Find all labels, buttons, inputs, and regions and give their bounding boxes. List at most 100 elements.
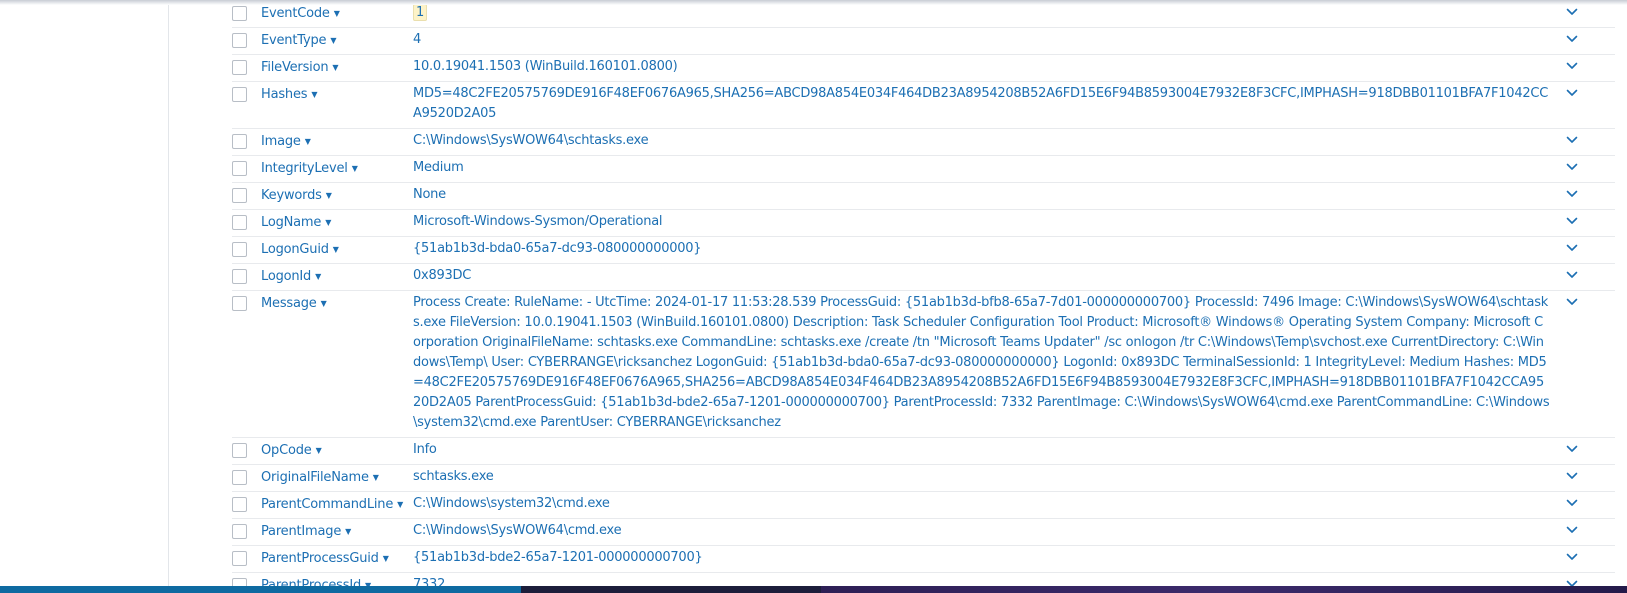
field-select-checkbox[interactable] [232, 215, 247, 230]
field-value[interactable]: C:\Windows\SysWOW64\cmd.exe [413, 523, 622, 538]
field-name: LogName [261, 215, 322, 230]
caret-down-icon: ▼ [325, 191, 332, 200]
field-name-menu[interactable]: Image ▼ [261, 129, 413, 149]
field-select-checkbox[interactable] [232, 443, 247, 458]
field-value[interactable]: {51ab1b3d-bde2-65a7-1201-000000000700} [413, 550, 703, 565]
field-row: ParentCommandLine ▼ C:\Windows\system32\cm… [232, 492, 1615, 519]
select-cell [232, 82, 261, 102]
field-value-cell: Microsoft-Windows-Sysmon/Operational [413, 207, 1550, 236]
field-name-menu[interactable]: FileVersion ▼ [261, 55, 413, 75]
field-row: ParentImage ▼ C:\Windows\SysWOW64\cmd.exe [232, 519, 1615, 546]
select-cell [232, 28, 261, 48]
expand-row-button[interactable] [1550, 291, 1600, 310]
field-select-checkbox[interactable] [232, 87, 247, 102]
taskbar-strip [0, 586, 1627, 593]
field-name-menu[interactable]: Message ▼ [261, 291, 413, 311]
select-cell [232, 492, 261, 512]
field-name-menu[interactable]: ParentCommandLine ▼ [261, 492, 413, 512]
field-select-checkbox[interactable] [232, 33, 247, 48]
field-name-menu[interactable]: LogName ▼ [261, 210, 413, 230]
chevron-down-icon [1566, 472, 1578, 479]
field-select-checkbox[interactable] [232, 60, 247, 75]
field-select-checkbox[interactable] [232, 134, 247, 149]
caret-down-icon: ▼ [320, 299, 327, 308]
field-row: Keywords ▼ None [232, 183, 1615, 210]
field-select-checkbox[interactable] [232, 161, 247, 176]
field-name-menu[interactable]: Hashes ▼ [261, 82, 413, 102]
left-sidebar [0, 0, 169, 593]
field-name: ParentCommandLine [261, 497, 394, 512]
expand-row-button[interactable] [1550, 28, 1600, 47]
select-cell [232, 183, 261, 203]
expand-row-button[interactable] [1550, 129, 1600, 148]
field-value[interactable]: C:\Windows\SysWOW64\schtasks.exe [413, 133, 649, 148]
field-value[interactable]: Info [413, 442, 437, 457]
chevron-down-icon [1566, 553, 1578, 560]
field-name: LogonGuid [261, 242, 329, 257]
field-value[interactable]: 1 [413, 4, 428, 21]
field-name: Message [261, 296, 317, 311]
field-select-checkbox[interactable] [232, 497, 247, 512]
field-row: EventType ▼ 4 [232, 28, 1615, 55]
expand-row-button[interactable] [1550, 183, 1600, 202]
expand-row-button[interactable] [1550, 156, 1600, 175]
field-name-menu[interactable]: ParentImage ▼ [261, 519, 413, 539]
field-value[interactable]: MD5=48C2FE20575769DE916F48EF0676A965,SHA… [413, 86, 1548, 121]
field-value[interactable]: Process Create: RuleName: - UtcTime: 202… [413, 295, 1550, 430]
field-select-checkbox[interactable] [232, 296, 247, 311]
chevron-down-icon [1566, 190, 1578, 197]
field-value[interactable]: 10.0.19041.1503 (WinBuild.160101.0800) [413, 59, 678, 74]
field-row: Image ▼ C:\Windows\SysWOW64\schtasks.exe [232, 129, 1615, 156]
field-name-menu[interactable]: LogonGuid ▼ [261, 237, 413, 257]
expand-row-button[interactable] [1550, 465, 1600, 484]
expand-row-button[interactable] [1550, 237, 1600, 256]
field-value[interactable]: Microsoft-Windows-Sysmon/Operational [413, 214, 663, 229]
field-select-checkbox[interactable] [232, 470, 247, 485]
caret-down-icon: ▼ [304, 137, 311, 146]
field-name-menu[interactable]: EventType ▼ [261, 28, 413, 48]
expand-row-button[interactable] [1550, 82, 1600, 101]
field-name-menu[interactable]: LogonId ▼ [261, 264, 413, 284]
field-name: OriginalFileName [261, 470, 369, 485]
field-select-checkbox[interactable] [232, 524, 247, 539]
field-select-checkbox[interactable] [232, 242, 247, 257]
field-name-menu[interactable]: OriginalFileName ▼ [261, 465, 413, 485]
expand-row-button[interactable] [1550, 492, 1600, 511]
field-select-checkbox[interactable] [232, 269, 247, 284]
field-value[interactable]: schtasks.exe [413, 469, 494, 484]
expand-row-button[interactable] [1550, 438, 1600, 457]
select-cell [232, 291, 261, 311]
top-shadow [0, 0, 1627, 5]
field-value[interactable]: 4 [413, 32, 421, 47]
field-name-menu[interactable]: IntegrityLevel ▼ [261, 156, 413, 176]
field-select-checkbox[interactable] [232, 551, 247, 566]
field-value[interactable]: 0x893DC [413, 268, 471, 283]
field-row: ParentProcessGuid ▼ {51ab1b3d-bde2-65a7-12… [232, 546, 1615, 573]
event-detail-view: EventCode ▼ 1 EventType ▼ 4 FileVersion ▼ 10.0.1… [0, 0, 1627, 593]
select-cell [232, 519, 261, 539]
expand-row-button[interactable] [1550, 264, 1600, 283]
expand-row-button[interactable] [1550, 55, 1600, 74]
chevron-down-icon [1566, 163, 1578, 170]
caret-down-icon: ▼ [332, 63, 339, 72]
expand-row-button[interactable] [1550, 546, 1600, 565]
expand-row-button[interactable] [1550, 210, 1600, 229]
field-value-cell: C:\Windows\system32\cmd.exe [413, 489, 1550, 518]
caret-down-icon: ▼ [315, 272, 322, 281]
field-value[interactable]: C:\Windows\system32\cmd.exe [413, 496, 610, 511]
field-name-menu[interactable]: ParentProcessGuid ▼ [261, 546, 413, 566]
field-select-checkbox[interactable] [232, 6, 247, 21]
select-cell [232, 237, 261, 257]
select-cell [232, 55, 261, 75]
field-value[interactable]: {51ab1b3d-bda0-65a7-dc93-080000000000} [413, 241, 702, 256]
field-name: IntegrityLevel [261, 161, 348, 176]
field-value[interactable]: Medium [413, 160, 464, 175]
caret-down-icon: ▼ [397, 500, 404, 509]
field-name-menu[interactable]: Keywords ▼ [261, 183, 413, 203]
expand-row-button[interactable] [1550, 519, 1600, 538]
field-value[interactable]: None [413, 187, 446, 202]
taskbar-segment [0, 586, 521, 593]
field-row: FileVersion ▼ 10.0.19041.1503 (WinBuild.16… [232, 55, 1615, 82]
field-name-menu[interactable]: OpCode ▼ [261, 438, 413, 458]
field-select-checkbox[interactable] [232, 188, 247, 203]
